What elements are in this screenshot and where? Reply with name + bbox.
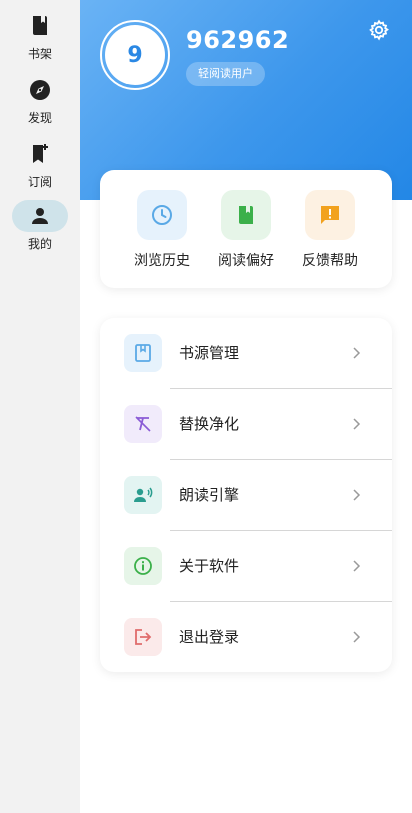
quick-action-label: 浏览历史 — [134, 253, 190, 269]
chevron-right-icon — [353, 418, 361, 430]
username: 962962 — [186, 26, 290, 54]
nav-item-mine[interactable]: 我的 — [0, 200, 80, 256]
menu-item-label: 替换净化 — [179, 415, 240, 433]
menu-item-book-source[interactable]: 书源管理 — [100, 318, 392, 389]
voice-icon — [124, 476, 162, 514]
menu-item-replace[interactable]: 替换净化 — [100, 389, 392, 460]
menu-item-about[interactable]: 关于软件 — [100, 531, 392, 602]
bookmark-add-icon — [12, 138, 68, 170]
nav-label-discover: 发现 — [27, 111, 52, 125]
quick-action-feedback[interactable]: 反馈帮助 — [294, 190, 366, 270]
chevron-right-icon — [353, 631, 361, 643]
nav-item-subscribe[interactable]: 订阅 — [0, 138, 80, 194]
nav-item-discover[interactable]: 发现 — [0, 74, 80, 130]
nav-item-bookshelf[interactable]: 书架 — [0, 10, 80, 66]
nav-label-subscribe: 订阅 — [27, 175, 52, 189]
info-icon — [124, 547, 162, 585]
chevron-right-icon — [353, 347, 361, 359]
settings-menu-card: 书源管理 替换净化 朗读引擎 关于软件 退出登录 — [100, 318, 392, 672]
user-type-badge: 轻阅读用户 — [186, 62, 265, 86]
feedback-icon — [305, 190, 355, 240]
nav-label-mine: 我的 — [27, 237, 52, 251]
compass-icon — [12, 74, 68, 106]
navigation-rail: 书架 发现 订阅 我的 — [0, 0, 80, 813]
person-icon — [12, 200, 68, 232]
menu-item-label: 朗读引擎 — [179, 486, 240, 504]
quick-action-preferences[interactable]: 阅读偏好 — [210, 190, 282, 270]
chevron-right-icon — [353, 560, 361, 572]
quick-action-label: 反馈帮助 — [302, 253, 358, 269]
avatar-ring[interactable]: 9 — [100, 20, 170, 90]
chevron-right-icon — [353, 489, 361, 501]
clear-format-icon — [124, 405, 162, 443]
book-icon — [12, 10, 68, 42]
logout-icon — [124, 618, 162, 656]
menu-item-tts-engine[interactable]: 朗读引擎 — [100, 460, 392, 531]
book-icon — [221, 190, 271, 240]
quick-action-history[interactable]: 浏览历史 — [126, 190, 198, 270]
clock-icon — [137, 190, 187, 240]
menu-item-label: 退出登录 — [179, 628, 240, 646]
gear-icon — [368, 19, 390, 45]
quick-action-label: 阅读偏好 — [218, 253, 274, 269]
menu-item-logout[interactable]: 退出登录 — [100, 602, 392, 673]
menu-item-label: 书源管理 — [179, 344, 240, 362]
book-source-icon — [124, 334, 162, 372]
menu-item-label: 关于软件 — [179, 557, 240, 575]
avatar: 9 — [105, 25, 165, 85]
settings-button[interactable] — [366, 19, 392, 45]
nav-label-bookshelf: 书架 — [27, 47, 52, 61]
quick-actions-card: 浏览历史 阅读偏好 反馈帮助 — [100, 170, 392, 288]
